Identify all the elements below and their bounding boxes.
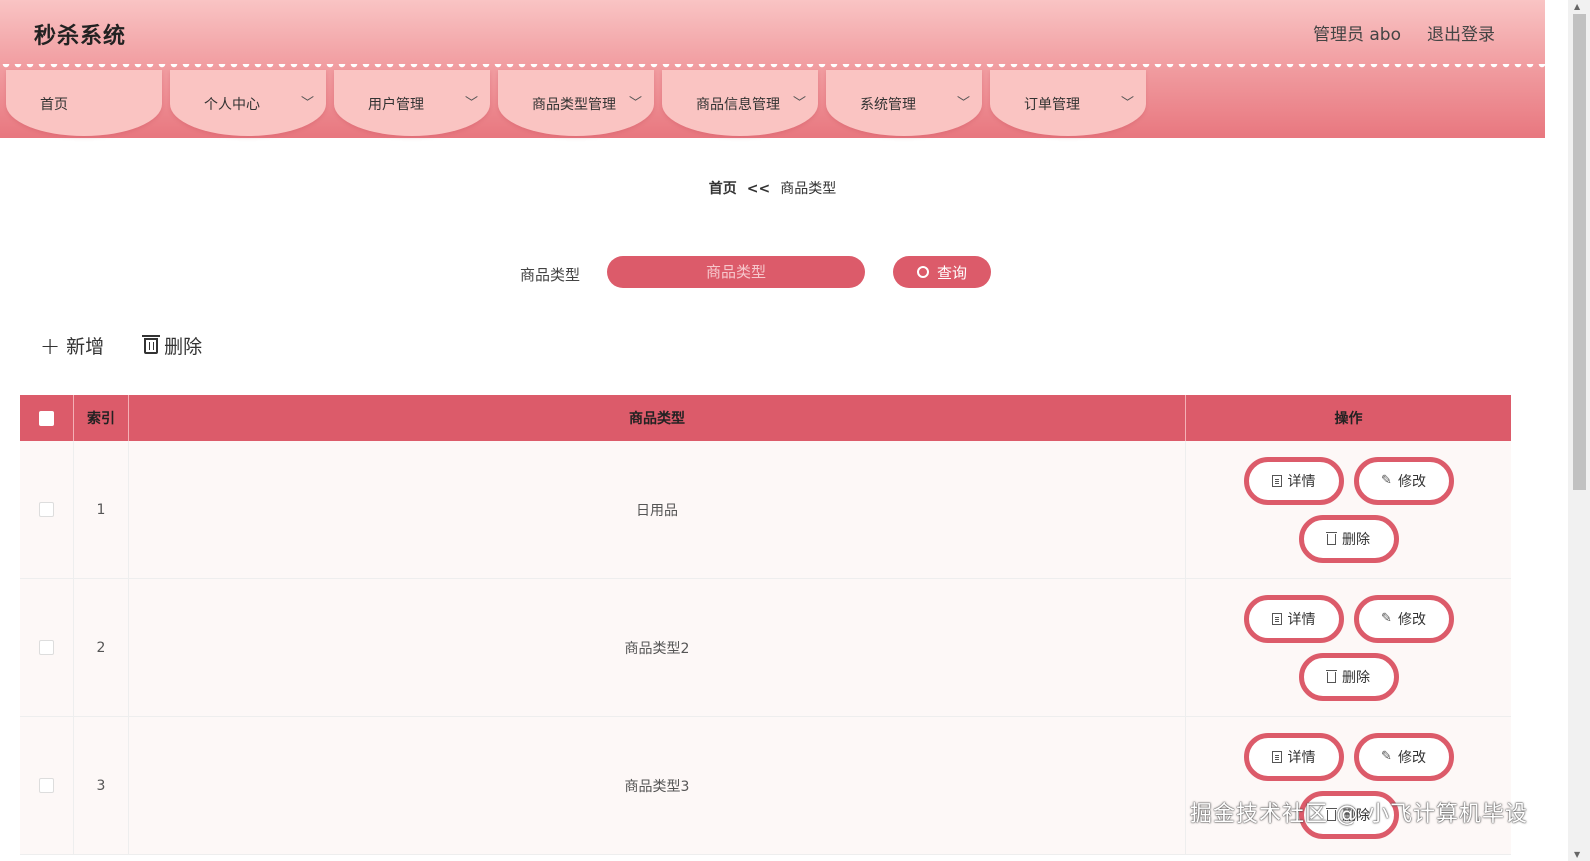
nav-item-product-type-management[interactable]: 商品类型管理 ﹀ (498, 70, 654, 136)
row-index: 3 (74, 717, 129, 854)
table-row: 3 商品类型3 详情 ✎ 修改 删除 (20, 717, 1511, 855)
edit-button-label: 修改 (1397, 749, 1426, 766)
nav-item-system-management[interactable]: 系统管理 ﹀ (826, 70, 982, 136)
user-area: 管理员 abo 退出登录 (1313, 20, 1495, 45)
admin-user-label[interactable]: 管理员 abo (1313, 20, 1401, 45)
chevron-down-icon: ﹀ (792, 96, 806, 111)
watermark: 掘金技术社区 @ 小飞计算机毕设 (1190, 802, 1528, 827)
pencil-icon: ✎ (1381, 611, 1392, 626)
row-checkbox-cell (20, 579, 74, 716)
row-checkbox[interactable] (39, 640, 54, 655)
logout-link[interactable]: 退出登录 (1427, 20, 1495, 45)
nav-item-home[interactable]: 首页 (6, 70, 162, 136)
chevron-down-icon: ﹀ (956, 96, 970, 111)
edit-button[interactable]: ✎ 修改 (1353, 594, 1454, 643)
trash-icon (1326, 670, 1337, 683)
pencil-icon: ✎ (1381, 473, 1392, 488)
row-type: 日用品 (129, 441, 1186, 578)
detail-button-label: 详情 (1287, 473, 1316, 490)
nav-item-label: 商品信息管理 (696, 97, 780, 113)
nav-item-product-info-management[interactable]: 商品信息管理 ﹀ (662, 70, 818, 136)
detail-button-label: 详情 (1287, 749, 1316, 766)
detail-button[interactable]: 详情 (1243, 594, 1344, 643)
breadcrumb: 首页 << 商品类型 (0, 178, 1545, 198)
search-input[interactable] (607, 256, 865, 288)
document-icon (1271, 474, 1282, 487)
app-title: 秒杀系统 (34, 24, 127, 49)
document-icon (1271, 750, 1282, 763)
row-index: 2 (74, 579, 129, 716)
chevron-down-icon: ﹀ (628, 96, 642, 111)
row-checkbox[interactable] (39, 502, 54, 517)
add-button-label: 新增 (66, 336, 105, 358)
scrollbar-thumb[interactable] (1573, 14, 1586, 490)
nav-item-user-management[interactable]: 用户管理 ﹀ (334, 70, 490, 136)
table-header: 索引 商品类型 操作 (20, 395, 1511, 441)
detail-button-label: 详情 (1287, 611, 1316, 628)
breadcrumb-separator: << (746, 181, 771, 197)
scroll-down-arrow-icon[interactable]: ▼ (1574, 850, 1580, 859)
vertical-scrollbar[interactable]: ▲ ▼ (1568, 0, 1590, 861)
pencil-icon: ✎ (1381, 749, 1392, 764)
table-row: 1 日用品 详情 ✎ 修改 删除 (20, 441, 1511, 579)
search-icon (916, 266, 929, 278)
header-type: 商品类型 (129, 395, 1186, 441)
plus-icon: + (40, 331, 61, 360)
chevron-down-icon: ﹀ (300, 96, 314, 111)
document-icon (1271, 612, 1282, 625)
select-all-checkbox[interactable] (39, 410, 54, 426)
product-type-table: 索引 商品类型 操作 1 日用品 详情 ✎ 修改 删除 2 商品类型2 详情 ✎ 修… (20, 395, 1511, 855)
row-ops: 详情 ✎ 修改 删除 (1186, 579, 1511, 716)
delete-button-label: 删除 (164, 336, 203, 358)
edit-button-label: 修改 (1397, 473, 1426, 490)
scroll-up-arrow-icon[interactable]: ▲ (1574, 2, 1580, 11)
row-checkbox[interactable] (39, 778, 54, 793)
nav-item-order-management[interactable]: 订单管理 ﹀ (990, 70, 1146, 136)
row-ops: 详情 ✎ 修改 删除 (1186, 441, 1511, 578)
edit-button[interactable]: ✎ 修改 (1353, 732, 1454, 781)
detail-button[interactable]: 详情 (1243, 456, 1344, 505)
table-row: 2 商品类型2 详情 ✎ 修改 删除 (20, 579, 1511, 717)
row-type: 商品类型2 (129, 579, 1186, 716)
nav-item-label: 系统管理 (860, 97, 916, 113)
trash-icon (142, 334, 161, 354)
nav-item-label: 个人中心 (204, 97, 260, 113)
header-checkbox-cell (20, 395, 74, 441)
row-delete-button[interactable]: 删除 (1298, 652, 1399, 701)
header-index: 索引 (74, 395, 129, 441)
chevron-down-icon: ﹀ (464, 96, 478, 111)
delete-button-label: 删除 (1342, 531, 1370, 548)
nav-item-label: 订单管理 (1024, 97, 1080, 113)
edit-button-label: 修改 (1397, 611, 1426, 628)
chevron-down-icon: ﹀ (1120, 96, 1134, 111)
row-checkbox-cell (20, 441, 74, 578)
nav-item-label: 首页 (40, 97, 68, 113)
delete-button[interactable]: 删除 (142, 332, 203, 359)
add-button[interactable]: + 新增 (40, 332, 104, 359)
row-checkbox-cell (20, 717, 74, 854)
row-type: 商品类型3 (129, 717, 1186, 854)
breadcrumb-home[interactable]: 首页 (709, 181, 737, 197)
header-ops: 操作 (1334, 411, 1363, 427)
row-ops: 详情 ✎ 修改 删除 (1186, 717, 1511, 854)
nav-item-label: 用户管理 (368, 97, 424, 113)
delete-button-label: 删除 (1342, 669, 1370, 686)
search-button[interactable]: 查询 (893, 256, 991, 288)
nav-item-personal-center[interactable]: 个人中心 ﹀ (170, 70, 326, 136)
toolbar: + 新增 删除 (40, 332, 202, 359)
top-header: 秒杀系统 管理员 abo 退出登录 首页 个人中心 ﹀ 用户管理 ﹀ 商品类型管… (0, 0, 1545, 138)
trash-icon (1326, 532, 1337, 545)
search-button-label: 查询 (936, 264, 967, 282)
detail-button[interactable]: 详情 (1243, 732, 1344, 781)
row-index: 1 (74, 441, 129, 578)
row-delete-button[interactable]: 删除 (1298, 514, 1399, 563)
breadcrumb-current: 商品类型 (780, 181, 837, 197)
main-nav: 首页 个人中心 ﹀ 用户管理 ﹀ 商品类型管理 ﹀ 商品信息管理 ﹀ 系统管理 … (6, 70, 1146, 136)
search-label: 商品类型 (520, 266, 581, 284)
nav-item-label: 商品类型管理 (532, 97, 616, 113)
edit-button[interactable]: ✎ 修改 (1353, 456, 1454, 505)
